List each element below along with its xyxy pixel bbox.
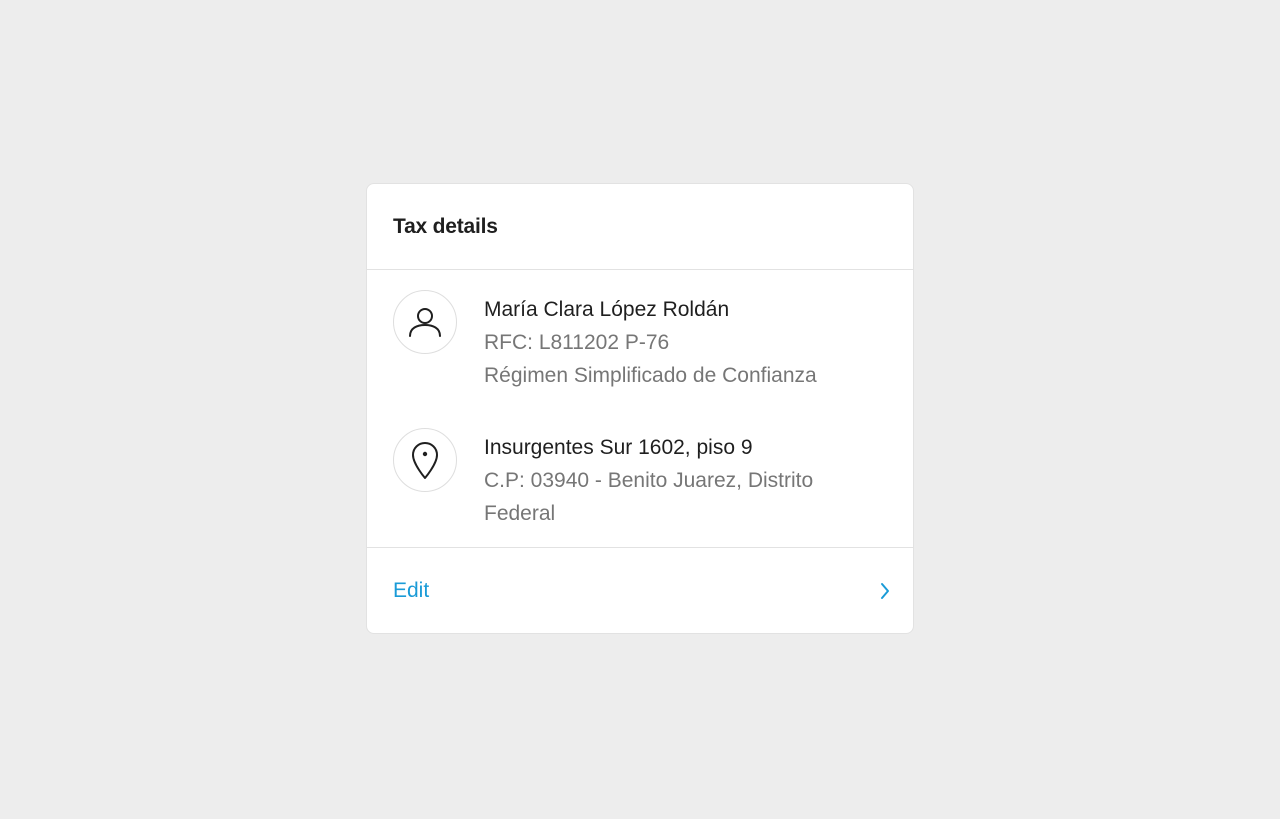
address-locality-line1: C.P: 03940 - Benito Juarez, Distrito: [484, 469, 814, 492]
edit-row[interactable]: Edit: [367, 548, 913, 633]
taxpayer-row: María Clara López Roldán RFC: L811202 P-…: [393, 290, 893, 392]
address-locality-line2: Federal: [484, 502, 556, 525]
location-pin-icon: [393, 428, 457, 492]
taxpayer-regime: Régimen Simplificado de Confianza: [484, 364, 817, 387]
edit-link[interactable]: Edit: [393, 579, 429, 603]
taxpayer-rfc: RFC: L811202 P-76: [484, 331, 670, 354]
address-row: Insurgentes Sur 1602, piso 9 C.P: 03940 …: [393, 428, 893, 530]
taxpayer-info: María Clara López Roldán RFC: L811202 P-…: [484, 293, 817, 392]
tax-details-card: Tax details María Clara López Roldán RFC…: [366, 183, 914, 634]
address-info: Insurgentes Sur 1602, piso 9 C.P: 03940 …: [484, 431, 813, 530]
card-body: María Clara López Roldán RFC: L811202 P-…: [367, 270, 913, 548]
card-title: Tax details: [393, 214, 498, 238]
taxpayer-name: María Clara López Roldán: [484, 298, 730, 321]
user-icon: [393, 290, 457, 354]
card-header: Tax details: [367, 184, 913, 270]
chevron-right-icon[interactable]: [879, 581, 891, 601]
address-street: Insurgentes Sur 1602, piso 9: [484, 436, 753, 459]
